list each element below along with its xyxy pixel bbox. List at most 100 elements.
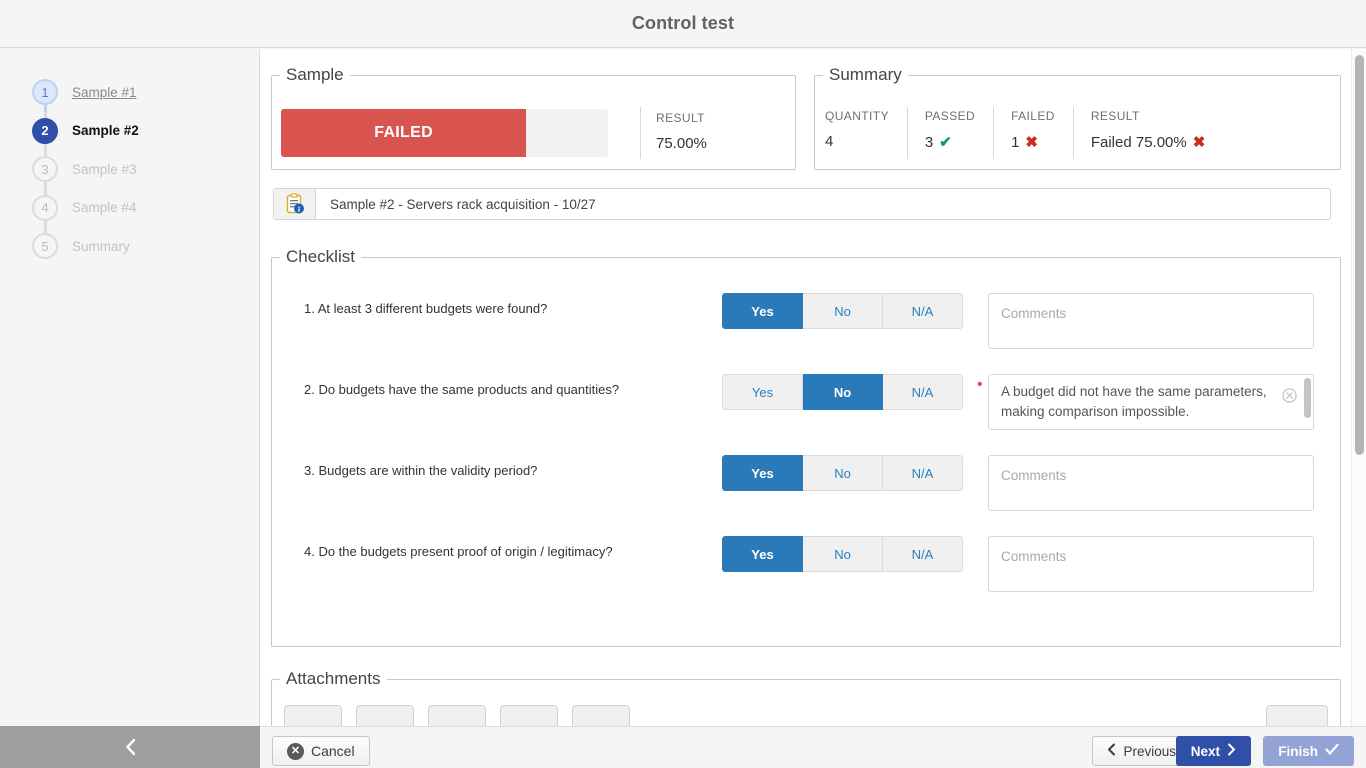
comment-field-wrapper: Comments <box>988 455 1314 511</box>
summary-cell-value: Failed 75.00% <box>1090 134 1187 151</box>
answer-option-yes[interactable]: Yes <box>722 293 803 329</box>
comment-input[interactable]: Comments <box>988 293 1314 349</box>
checklist-question-row: 3. Budgets are within the validity perio… <box>272 455 1340 536</box>
answer-option-no[interactable]: No <box>803 374 883 410</box>
answer-option-na[interactable]: N/A <box>883 536 963 572</box>
close-circle-icon: ✕ <box>287 742 304 760</box>
attachments-panel: Attachments <box>271 669 1341 726</box>
step-label: Sample #1 <box>72 84 137 100</box>
attachment-button[interactable] <box>356 705 414 726</box>
answer-option-na[interactable]: N/A <box>883 455 963 491</box>
question-text: 3. Budgets are within the validity perio… <box>304 463 538 478</box>
sidebar-collapse-button[interactable] <box>0 726 260 768</box>
step-label: Summary <box>72 238 130 254</box>
checklist-panel: Checklist 1. At least 3 different budget… <box>271 247 1341 647</box>
sidebar-step-sample-2[interactable]: 2 Sample #2 <box>0 111 260 151</box>
cross-icon: ✖ <box>1025 134 1038 151</box>
summary-panel: Summary QUANTITY 4 PASSED 3 ✔ FAILED 1 ✖ RESULT F… <box>814 65 1341 170</box>
clear-circle-icon[interactable] <box>1282 388 1297 406</box>
sample-result-label: RESULT <box>656 111 705 125</box>
summary-cell-value: 4 <box>825 133 834 150</box>
vertical-scrollbar[interactable] <box>1351 49 1366 726</box>
answer-button-group: Yes No N/A <box>722 536 963 572</box>
scrollbar-thumb[interactable] <box>1355 55 1364 455</box>
attachment-button[interactable] <box>500 705 558 726</box>
cross-icon: ✖ <box>1192 134 1206 151</box>
answer-option-yes[interactable]: Yes <box>722 455 803 491</box>
scroll-pane: Sample FAILED RESULT 75.00% Summary QUAN… <box>261 49 1351 726</box>
answer-button-group: Yes No N/A <box>722 293 963 329</box>
summary-cell-label: PASSED <box>924 109 976 123</box>
chevron-right-icon <box>1227 743 1236 759</box>
title-bar: Control test <box>0 0 1366 48</box>
answer-option-na[interactable]: N/A <box>883 374 963 410</box>
summary-cell-value-wrap: 3 ✔ <box>925 133 975 151</box>
sample-progress-bar: FAILED <box>281 109 608 157</box>
comment-field-wrapper: Comments <box>988 536 1314 592</box>
sidebar-step-sample-3[interactable]: 3 Sample #3 <box>0 150 260 189</box>
step-number: 4 <box>32 194 58 221</box>
cancel-button-label: Cancel <box>311 743 355 759</box>
comment-input[interactable]: A budget did not have the same parameter… <box>988 374 1314 430</box>
question-text: 4. Do the budgets present proof of origi… <box>304 544 613 559</box>
attachments-panel-legend: Attachments <box>286 669 381 688</box>
step-label: Sample #3 <box>72 161 137 177</box>
next-button[interactable]: Next <box>1175 736 1251 766</box>
sample-info-text: Sample #2 - Servers rack acquisition - 1… <box>330 196 596 212</box>
step-navigator: 1 Sample #1 2 Sample #2 3 Sample #3 4 Sample #4… <box>0 73 260 266</box>
attachment-button[interactable] <box>572 705 630 726</box>
sample-panel-legend: Sample <box>286 65 344 84</box>
checklist-question-row: 1. At least 3 different budgets were fou… <box>272 293 1340 374</box>
finish-button[interactable]: Finish <box>1263 736 1354 766</box>
summary-cell-label: FAILED <box>1011 109 1055 123</box>
page-title: Control test <box>631 13 735 33</box>
required-marker: • <box>977 376 983 393</box>
comment-field-wrapper: Comments <box>988 293 1314 349</box>
answer-option-yes[interactable]: Yes <box>722 536 803 572</box>
attachment-action-button[interactable] <box>1266 705 1328 726</box>
sample-progress-label: FAILED <box>374 124 433 141</box>
answer-option-no[interactable]: No <box>803 536 883 572</box>
summary-stats: QUANTITY 4 PASSED 3 ✔ FAILED 1 ✖ RESULT Failed 75… <box>825 107 1223 161</box>
sample-info-bar[interactable]: Sample #2 - Servers rack acquisition - 1… <box>273 188 1331 220</box>
attachment-button[interactable] <box>428 705 486 726</box>
attachment-button[interactable] <box>284 705 342 726</box>
summary-cell-value-wrap: Failed 75.00% ✖ <box>1091 133 1205 151</box>
step-label: Sample #4 <box>72 200 137 216</box>
next-button-label: Next <box>1190 743 1220 759</box>
sample-result-value: 75.00% <box>656 135 707 152</box>
sidebar-step-summary[interactable]: 5 Summary <box>0 227 260 266</box>
question-text: 2. Do budgets have the same products and… <box>304 382 620 397</box>
main-content: Sample FAILED RESULT 75.00% Summary QUAN… <box>261 49 1366 726</box>
sidebar-step-sample-4[interactable]: 4 Sample #4 <box>0 188 260 228</box>
comment-scrollbar[interactable] <box>1304 378 1311 418</box>
question-text: 1. At least 3 different budgets were fou… <box>304 301 548 316</box>
checklist-question-row: 4. Do the budgets present proof of origi… <box>272 536 1340 617</box>
attachment-toolbar <box>284 705 630 726</box>
summary-cell-passed: PASSED 3 ✔ <box>906 107 993 159</box>
divider <box>640 107 641 159</box>
comment-input[interactable]: Comments <box>988 536 1314 592</box>
cancel-button[interactable]: ✕ Cancel <box>272 736 370 766</box>
summary-panel-legend: Summary <box>829 65 902 84</box>
chevron-left-icon <box>124 738 137 756</box>
answer-option-no[interactable]: No <box>803 293 883 329</box>
sidebar-step-sample-1[interactable]: 1 Sample #1 <box>0 73 260 112</box>
answer-option-yes[interactable]: Yes <box>722 374 803 410</box>
previous-button-label: Previous <box>1123 743 1176 759</box>
summary-cell-failed: FAILED 1 ✖ <box>993 107 1073 159</box>
summary-cell-value: 3 <box>924 134 934 151</box>
answer-option-na[interactable]: N/A <box>883 293 963 329</box>
finish-button-label: Finish <box>1278 743 1318 759</box>
checklist-question-row: 2. Do budgets have the same products and… <box>272 374 1340 455</box>
comment-input[interactable]: Comments <box>988 455 1314 511</box>
summary-cell-result: RESULT Failed 75.00% ✖ <box>1072 107 1223 159</box>
comment-field-wrapper: • A budget did not have the same paramete… <box>977 374 1314 430</box>
comment-placeholder: Comments <box>1001 306 1067 321</box>
answer-button-group: Yes No N/A <box>722 374 963 410</box>
answer-option-no[interactable]: No <box>803 455 883 491</box>
clipboard-info-icon <box>274 189 316 219</box>
comment-value: A budget did not have the same parameter… <box>1001 384 1267 419</box>
check-icon <box>1325 743 1339 759</box>
summary-cell-label: QUANTITY <box>825 109 889 123</box>
